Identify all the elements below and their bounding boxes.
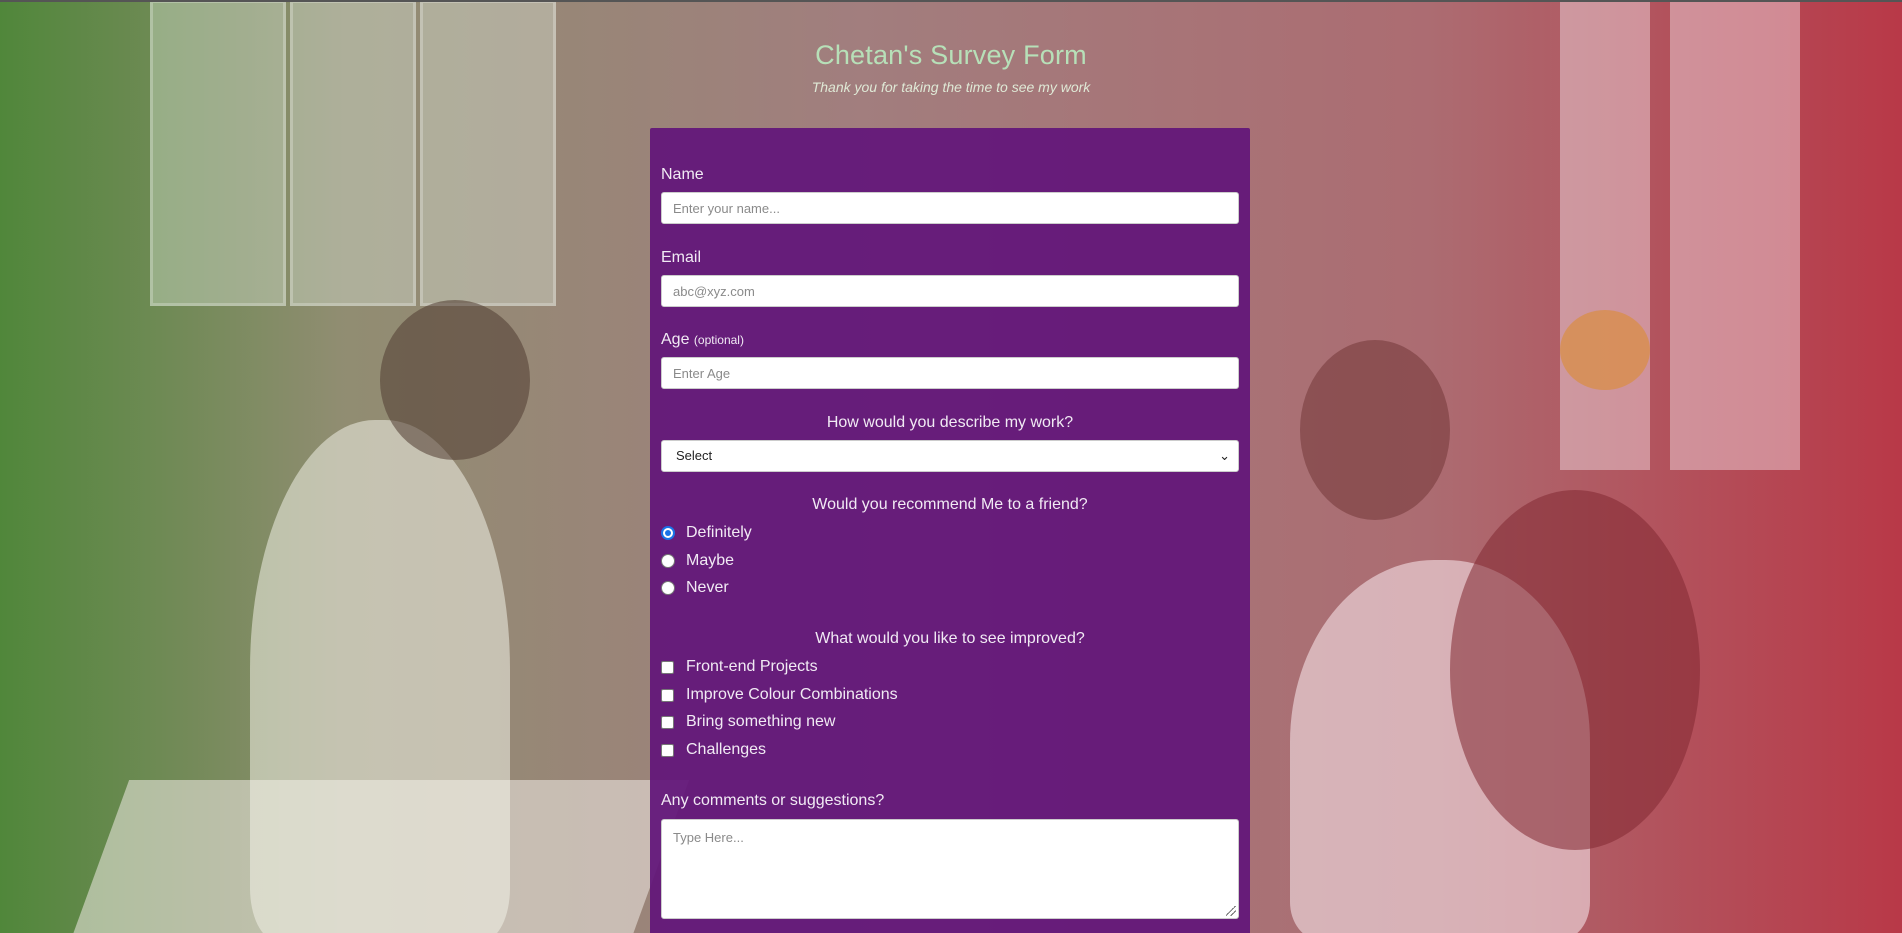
radio-option-definitely[interactable]: Definitely bbox=[661, 523, 752, 543]
comments-placeholder: Type Here... bbox=[673, 830, 744, 845]
checkbox-label: Improve Colour Combinations bbox=[686, 686, 898, 703]
page-title: Chetan's Survey Form bbox=[815, 40, 1087, 70]
age-optional-hint: (optional) bbox=[693, 333, 744, 347]
checkbox-label: Bring something new bbox=[686, 713, 836, 730]
checkbox[interactable] bbox=[661, 743, 674, 757]
top-border bbox=[0, 0, 1902, 2]
radio-button[interactable] bbox=[661, 526, 675, 540]
comments-label: Any comments or suggestions? bbox=[661, 792, 885, 809]
radio-button[interactable] bbox=[661, 554, 675, 568]
person-head bbox=[380, 300, 530, 460]
page-subtitle: Thank you for taking the time to see my … bbox=[811, 79, 1091, 95]
radio-option-maybe[interactable]: Maybe bbox=[661, 551, 734, 571]
name-input[interactable] bbox=[661, 192, 1239, 224]
checkbox-label: Challenges bbox=[686, 741, 767, 758]
person-head bbox=[1300, 340, 1450, 520]
comments-textarea[interactable]: Type Here... bbox=[661, 819, 1239, 919]
checkbox-option-frontend[interactable]: Front-end Projects bbox=[661, 657, 818, 677]
checkbox[interactable] bbox=[661, 660, 674, 674]
radio-option-never[interactable]: Never bbox=[661, 578, 729, 598]
chevron-down-icon: ⌄ bbox=[1219, 448, 1230, 463]
radio-label: Maybe bbox=[686, 552, 735, 569]
describe-select[interactable]: Select ⌄ bbox=[661, 440, 1239, 472]
describe-label: How would you describe my work? bbox=[826, 414, 1074, 431]
person-hair bbox=[1450, 490, 1700, 850]
survey-form: Name Email Age (optional) How would you … bbox=[650, 128, 1250, 933]
improve-label: What would you like to see improved? bbox=[815, 630, 1085, 647]
checkbox[interactable] bbox=[661, 688, 674, 702]
age-label: Age (optional) bbox=[661, 331, 744, 349]
age-input[interactable] bbox=[661, 357, 1239, 389]
checkbox-option-challenges[interactable]: Challenges bbox=[661, 740, 766, 760]
page-header: Chetan's Survey Form Thank you for takin… bbox=[0, 40, 1902, 95]
checkbox[interactable] bbox=[661, 715, 674, 729]
radio-label: Definitely bbox=[686, 524, 752, 541]
checkbox-label: Front-end Projects bbox=[686, 658, 818, 675]
checkbox-option-new[interactable]: Bring something new bbox=[661, 712, 835, 732]
recommend-label: Would you recommend Me to a friend? bbox=[812, 496, 1088, 513]
email-input[interactable] bbox=[661, 275, 1239, 307]
person-left bbox=[250, 420, 510, 933]
radio-button[interactable] bbox=[661, 581, 675, 595]
email-label: Email bbox=[661, 249, 702, 266]
bean-bag bbox=[1560, 310, 1650, 390]
radio-label: Never bbox=[686, 579, 729, 596]
age-label-text: Age bbox=[661, 331, 690, 348]
name-label: Name bbox=[661, 166, 704, 183]
checkbox-option-colours[interactable]: Improve Colour Combinations bbox=[661, 685, 898, 705]
describe-selected-value: Select bbox=[676, 448, 713, 463]
resize-grip-icon[interactable] bbox=[1226, 906, 1236, 916]
